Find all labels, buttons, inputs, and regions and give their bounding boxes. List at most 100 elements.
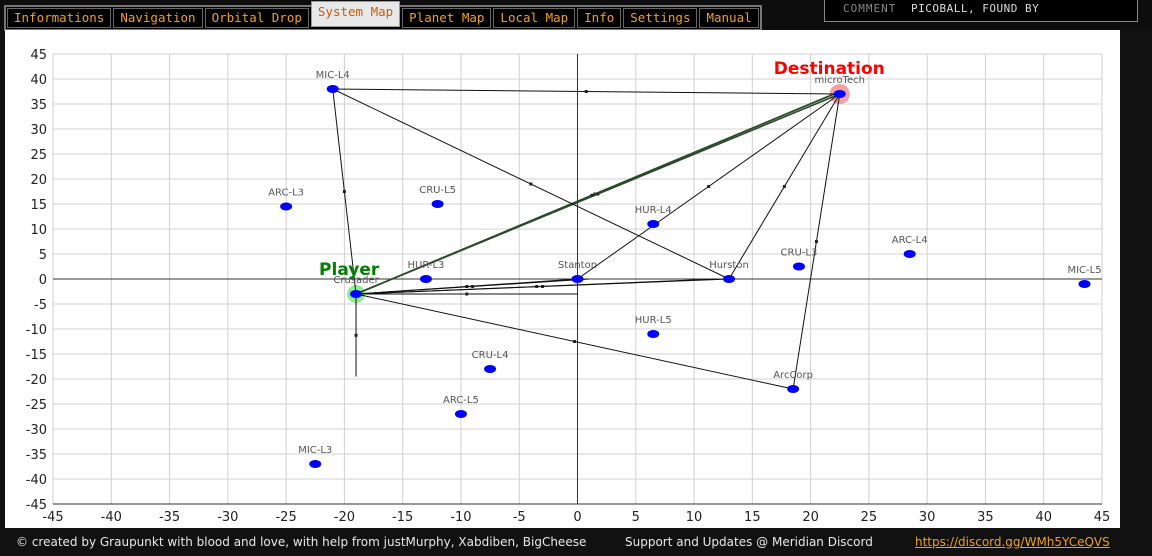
point-cru-l5[interactable] — [431, 200, 444, 208]
system-map-chart[interactable]: -45 -40 -35 -30 -25 -20 -15 -10 -5 0 5 10 15 20 25 30 35… — [5, 30, 1120, 528]
point-label: Hurston — [709, 260, 749, 271]
credits-text: © created by Graupunkt with blood and lo… — [16, 535, 587, 549]
y-tick-label: 45 — [30, 48, 47, 63]
tab-info[interactable]: Info — [577, 8, 622, 28]
system-map-panel: -45 -40 -35 -30 -25 -20 -15 -10 -5 0 5 10 15 20 25 30 35… — [5, 30, 1120, 528]
point-hur-l5[interactable] — [647, 330, 660, 338]
x-tick-label: -15 — [392, 510, 413, 525]
point-mic-l4[interactable] — [326, 85, 339, 93]
y-tick-label: -35 — [26, 448, 47, 463]
point-arccorp[interactable] — [787, 385, 800, 393]
footer: © created by Graupunkt with blood and lo… — [0, 528, 1152, 556]
route-line — [355, 93, 841, 390]
x-tick-label: 15 — [744, 510, 761, 525]
route-marker — [465, 292, 469, 296]
tab-local-map[interactable]: Local Map — [493, 8, 576, 28]
point-cru-l3[interactable] — [792, 262, 805, 271]
y-tick-label: 30 — [30, 123, 47, 138]
point-hurston[interactable] — [723, 275, 736, 283]
point-hur-l4[interactable] — [647, 220, 660, 228]
x-tick-label: 45 — [1094, 510, 1111, 525]
x-tick-label: 0 — [573, 510, 581, 525]
route-marker — [782, 185, 786, 188]
x-tick-label: -20 — [334, 510, 355, 525]
point-label: CRU-L5 — [419, 185, 456, 196]
point-hur-l3[interactable] — [419, 275, 432, 283]
y-tick-label: -40 — [26, 473, 47, 488]
y-tick-label: 40 — [30, 73, 47, 88]
tab-planet-map[interactable]: Planet Map — [402, 8, 492, 28]
x-tick-label: 5 — [632, 510, 640, 525]
point-mic-l3[interactable] — [309, 460, 322, 468]
point-cru-l4[interactable] — [484, 365, 497, 373]
tab-informations[interactable]: Informations — [7, 8, 112, 28]
comment-label: COMMENT — [843, 2, 897, 15]
point-label: HUR-L3 — [408, 260, 445, 271]
destination-label: Destination — [774, 59, 885, 79]
point-label: ARC-L3 — [268, 188, 304, 199]
route-marker — [573, 340, 577, 343]
point-microtech[interactable] — [833, 90, 846, 98]
comment-value: PICOBALL, FOUND BY — [911, 2, 1040, 15]
x-tick-label: -5 — [513, 510, 526, 525]
x-tick-label: 40 — [1035, 510, 1052, 525]
y-tick-label: 20 — [30, 173, 47, 188]
point-label: HUR-L4 — [635, 205, 672, 216]
x-tick-label: 35 — [977, 510, 994, 525]
point-arc-l4[interactable] — [903, 250, 916, 258]
point-label: MIC-L5 — [1067, 265, 1101, 276]
support-text: Support and Updates @ Meridian Discord — [625, 535, 873, 549]
point-label: CRU-L3 — [781, 248, 818, 259]
point-label: CRU-L4 — [472, 350, 509, 361]
comment-box: COMMENT PICOBALL, FOUND BY — [824, 0, 1138, 22]
tab-manual[interactable]: Manual — [699, 8, 759, 28]
point-label: Stanton — [558, 260, 597, 271]
y-tick-label: -30 — [26, 423, 47, 438]
x-tick-label: 30 — [919, 510, 936, 525]
route-marker — [535, 285, 539, 288]
discord-link[interactable]: https://discord.gg/WMh5YCeQVS — [915, 535, 1110, 549]
point-arc-l5[interactable] — [454, 410, 467, 418]
y-tick-label: 10 — [30, 223, 47, 238]
point-label: HUR-L5 — [635, 315, 672, 326]
route-marker — [814, 240, 818, 243]
y-tick-label: 5 — [39, 248, 47, 263]
top-bar: Informations Navigation Orbital Drop System… — [0, 0, 1152, 31]
point-mic-l5[interactable] — [1078, 280, 1091, 288]
tab-bar: Informations Navigation Orbital Drop System… — [4, 1, 762, 31]
y-tick-label: 25 — [30, 148, 47, 163]
y-tick-label: 15 — [30, 198, 47, 213]
tab-settings[interactable]: Settings — [623, 8, 698, 28]
point-label: MIC-L4 — [316, 70, 350, 81]
point-label: ARC-L4 — [892, 235, 928, 246]
x-tick-label: 20 — [802, 510, 819, 525]
point-arc-l3[interactable] — [280, 202, 293, 211]
y-tick-label: 35 — [30, 98, 47, 113]
x-tick-label: 25 — [861, 510, 878, 525]
point-label: ARC-L5 — [443, 395, 479, 406]
route-marker — [342, 190, 346, 193]
y-tick-label: 0 — [39, 273, 47, 288]
y-tick-label: -5 — [34, 298, 47, 313]
x-tick-label: 10 — [686, 510, 703, 525]
tab-orbital-drop[interactable]: Orbital Drop — [204, 8, 309, 28]
point-label: ArcCorp — [773, 370, 813, 381]
route-marker — [354, 333, 358, 337]
route-marker — [590, 193, 594, 197]
route-marker — [707, 185, 711, 188]
y-tick-label: -15 — [26, 348, 47, 363]
point-stanton[interactable] — [571, 275, 584, 283]
route-marker — [471, 285, 475, 288]
point-crusader[interactable] — [350, 290, 363, 298]
player-label: Player — [319, 260, 380, 280]
route-marker — [529, 182, 533, 186]
x-tick-label: -30 — [217, 510, 238, 525]
y-tick-label: -10 — [26, 323, 47, 338]
y-tick-label: -25 — [26, 398, 47, 413]
x-tick-label: -35 — [159, 510, 180, 525]
tab-navigation[interactable]: Navigation — [113, 8, 203, 28]
x-tick-label: -10 — [450, 510, 471, 525]
tab-system-map[interactable]: System Map — [310, 1, 401, 27]
route-marker — [584, 90, 588, 93]
y-tick-label: -20 — [26, 373, 47, 388]
